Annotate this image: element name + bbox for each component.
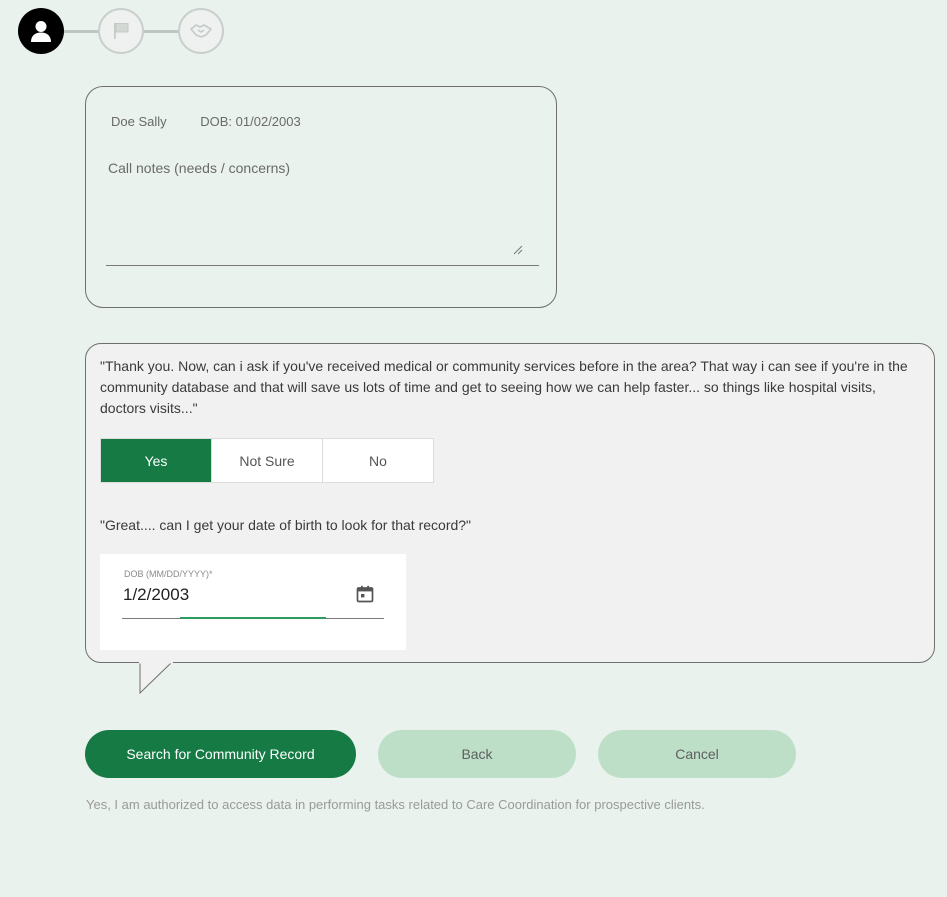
patient-summary: Doe Sally DOB: 01/02/2003 (111, 114, 301, 129)
bubble-tail (139, 662, 173, 694)
handshake-icon (190, 24, 212, 38)
script-bubble: "Thank you. Now, can i ask if you've rec… (85, 343, 935, 663)
search-community-record-button[interactable]: Search for Community Record (85, 730, 356, 778)
resize-grip-icon[interactable] (513, 245, 523, 255)
step-flag[interactable] (98, 8, 144, 54)
dob-field-focus-indicator (180, 617, 326, 619)
calendar-icon[interactable] (355, 584, 375, 604)
authorization-statement: Yes, I am authorized to access data in p… (86, 797, 705, 812)
stepper-connector (64, 30, 102, 33)
call-notes-card: Doe Sally DOB: 01/02/2003 Call notes (ne… (85, 86, 557, 308)
answer-no-button[interactable]: No (323, 439, 433, 482)
cancel-button[interactable]: Cancel (598, 730, 796, 778)
person-icon (31, 21, 51, 42)
answer-not-sure-button[interactable]: Not Sure (212, 439, 323, 482)
patient-dob: DOB: 01/02/2003 (200, 114, 301, 129)
dob-question: "Great.... can I get your date of birth … (100, 517, 472, 533)
dob-field-container: DOB (MM/DD/YYYY)* (100, 554, 406, 650)
patient-name: Doe Sally (111, 114, 167, 129)
services-question: "Thank you. Now, can i ask if you've rec… (100, 358, 908, 416)
back-button[interactable]: Back (378, 730, 576, 778)
step-person[interactable] (18, 8, 64, 54)
progress-stepper (18, 8, 228, 56)
answer-yes-button[interactable]: Yes (101, 439, 212, 482)
dob-input[interactable] (122, 583, 343, 607)
step-handshake[interactable] (178, 8, 224, 54)
stepper-connector (144, 30, 180, 33)
dob-field-label: DOB (MM/DD/YYYY)* (124, 569, 213, 579)
flag-icon (114, 23, 129, 39)
call-notes-textarea[interactable] (106, 147, 530, 259)
call-notes-field: Call notes (needs / concerns) (106, 147, 539, 266)
services-answer-group: Yes Not Sure No (100, 438, 434, 483)
